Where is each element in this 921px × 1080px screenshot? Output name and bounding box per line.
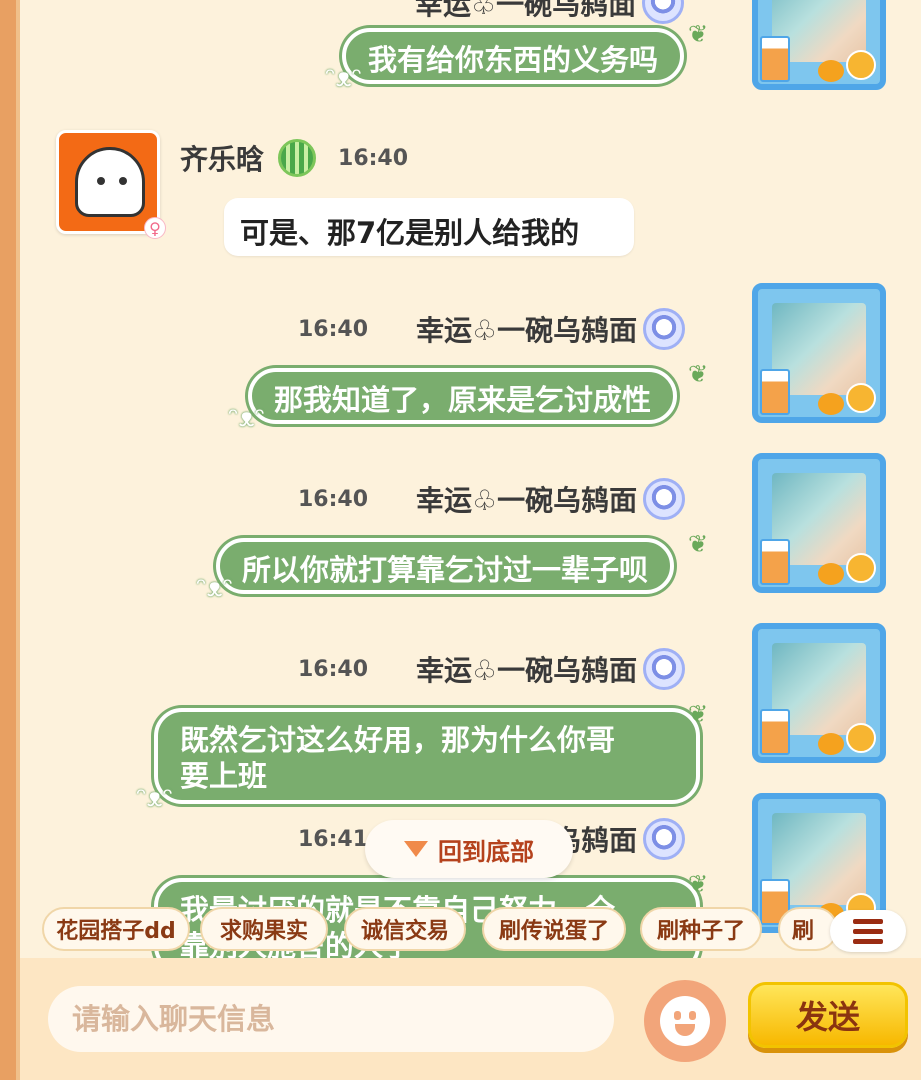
sender-avatar[interactable] [752, 623, 886, 763]
juice-icon [760, 709, 790, 755]
bunny-icon: ᵔᴥᵔ [196, 573, 234, 603]
chat-frame: 幸运♧一碗乌鸫面 我有给你东西的义务吗 ᵔᴥᵔ ❦ ♀ 齐乐晗 16:40 可是… [16, 0, 921, 1080]
female-icon: ♀ [144, 217, 166, 239]
juice-icon [760, 539, 790, 585]
quick-chip[interactable]: 花园搭子dd [42, 907, 190, 951]
message-text: 我有给你东西的义务吗 [368, 43, 659, 77]
message-text-line: 要上班 [180, 759, 268, 793]
sender-name: 幸运♧一碗乌鸫面 [415, 0, 637, 21]
message-bubble[interactable]: 那我知道了，原来是乞讨成性 [248, 368, 678, 424]
message-meta: 16:40 幸运♧一碗乌鸫面 [298, 308, 686, 350]
message-time: 16:40 [298, 316, 369, 342]
orange-icon [846, 723, 876, 753]
orange-icon [846, 553, 876, 583]
orange-icon [818, 563, 844, 585]
crown-badge-icon [643, 648, 686, 690]
emoji-button[interactable] [644, 980, 726, 1062]
sender-name: 幸运♧一碗乌鸫面 [416, 654, 638, 687]
sender-avatar[interactable] [752, 453, 886, 593]
eye-shape [97, 177, 105, 185]
list-menu-icon [853, 938, 883, 944]
leaf-icon: ❦ [688, 870, 709, 898]
bunny-icon: ᵔᴥᵔ [136, 783, 174, 813]
message-meta: 16:40 幸运♧一碗乌鸫面 [298, 648, 686, 690]
message-bubble[interactable]: 所以你就打算靠乞讨过一辈子呗 [216, 538, 675, 594]
orange-icon [818, 393, 844, 415]
orange-icon [818, 60, 844, 82]
crown-badge-icon [643, 478, 686, 520]
quick-phrase-bar: 花园搭子dd 求购果实 诚信交易 刷传说蛋了 刷种子了 刷 [42, 907, 921, 953]
bunny-icon: ᵔᴥᵔ [325, 63, 363, 93]
message-text: 那我知道了，原来是乞讨成性 [274, 383, 652, 417]
quick-chip[interactable]: 刷种子了 [640, 907, 762, 951]
send-button[interactable]: 发送 [748, 982, 908, 1048]
crown-badge-icon [643, 818, 686, 860]
user-avatar[interactable] [56, 130, 160, 234]
list-menu-icon [853, 928, 883, 934]
list-menu-button[interactable] [830, 910, 906, 952]
message-text: 可是、那7亿是别人给我的 [240, 216, 580, 250]
quick-chip[interactable]: 求购果实 [200, 907, 328, 951]
juice-icon [760, 36, 790, 82]
orange-icon [818, 733, 844, 755]
input-bar: 发送 [20, 958, 921, 1080]
sender-avatar[interactable] [752, 283, 886, 423]
message-time: 16:40 [298, 486, 369, 512]
message-meta: 齐乐晗 16:40 [180, 138, 408, 178]
ghost-mascot-icon [75, 147, 145, 217]
eye-shape [689, 1011, 696, 1020]
leaf-icon: ❦ [688, 20, 709, 48]
quick-chip[interactable]: 刷传说蛋了 [482, 907, 626, 951]
message-time: 16:40 [298, 656, 369, 682]
green-badge-icon [278, 139, 317, 177]
send-button-label: 发送 [795, 998, 860, 1036]
leaf-icon: ❦ [688, 530, 709, 558]
leaf-icon: ❦ [688, 700, 709, 728]
message-bubble[interactable]: 既然乞讨这么好用，那为什么你哥 要上班 [154, 708, 700, 804]
message-text-line: 既然乞讨这么好用，那为什么你哥 [180, 723, 616, 757]
message-time: 16:41 [298, 826, 369, 852]
chat-list[interactable]: 幸运♧一碗乌鸫面 我有给你东西的义务吗 ᵔᴥᵔ ❦ ♀ 齐乐晗 16:40 可是… [20, 0, 921, 958]
back-to-bottom-label: 回到底部 [438, 837, 534, 866]
quick-chip[interactable]: 诚信交易 [344, 907, 466, 951]
quick-chip[interactable]: 刷 [778, 907, 838, 951]
crown-badge-icon [642, 0, 685, 24]
triangle-down-icon [404, 841, 428, 857]
sender-name: 幸运♧一碗乌鸫面 [416, 484, 638, 517]
message-meta: 16:40 幸运♧一碗乌鸫面 [298, 478, 686, 520]
sender-name: 齐乐晗 [180, 143, 265, 176]
crown-badge-icon [643, 308, 686, 350]
orange-icon [846, 383, 876, 413]
juice-icon [760, 369, 790, 415]
bunny-icon: ᵔᴥᵔ [228, 403, 266, 433]
message-bubble[interactable]: 可是、那7亿是别人给我的 [224, 198, 634, 256]
eye-shape [119, 177, 127, 185]
chat-input[interactable] [48, 986, 614, 1052]
message-time: 16:40 [338, 145, 409, 171]
message-text: 所以你就打算靠乞讨过一辈子呗 [242, 553, 649, 587]
smiley-face-icon [660, 996, 710, 1046]
list-menu-icon [853, 918, 883, 924]
message-bubble[interactable]: 我有给你东西的义务吗 [342, 28, 685, 84]
message-meta: 幸运♧一碗乌鸫面 [415, 0, 685, 24]
sender-name: 幸运♧一碗乌鸫面 [416, 314, 638, 347]
sender-avatar[interactable] [752, 0, 886, 90]
back-to-bottom-button[interactable]: 回到底部 [365, 820, 573, 878]
eye-shape [674, 1011, 681, 1020]
mouth-shape [675, 1024, 695, 1036]
orange-icon [846, 50, 876, 80]
leaf-icon: ❦ [688, 360, 709, 388]
